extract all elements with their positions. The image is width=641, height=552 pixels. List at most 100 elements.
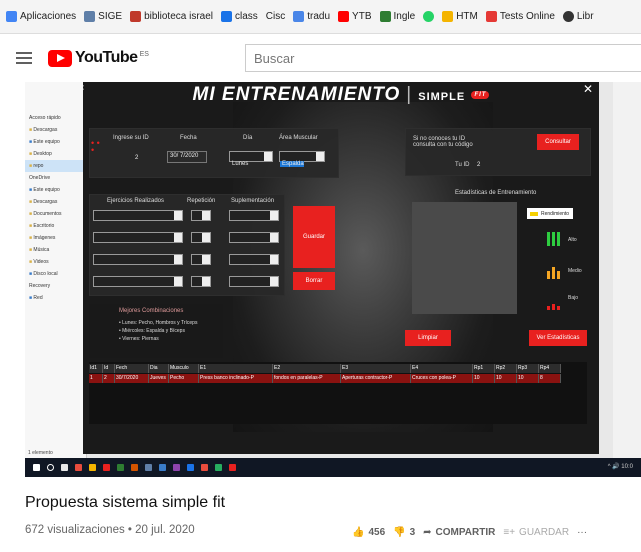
dia-select[interactable]: Lunes [229,151,273,167]
bookmark-biblioteca[interactable]: biblioteca israel [130,11,213,22]
sige-icon [84,11,96,22]
menu-icon[interactable] [16,49,32,67]
explorer-status: 1 elemento [28,450,53,456]
fecha-label: Fecha [180,135,197,141]
app-title: MI ENTRENAMIENTO | SIMPLE FIT [83,84,599,106]
exercise-select[interactable] [93,276,183,287]
explorer-item: Descargas [25,124,86,136]
bookmark-cisc[interactable]: Cisc [266,11,285,22]
taskbar-app-icon[interactable] [201,464,208,471]
windows-start-icon[interactable] [33,464,40,471]
table-cell: 10 [495,374,517,383]
explorer-item: OneDrive [29,175,51,181]
table-cell: Pecho [169,374,199,383]
combo-line: • Viernes: Piernas [119,336,159,342]
repetition-select[interactable] [191,232,211,243]
playlist-add-icon: ≡+ [503,527,516,538]
explorer-item: Imágenes [25,232,86,244]
table-header-cell: Rp2 [495,364,517,373]
github-icon [562,11,574,22]
level-medio: Medio [568,268,582,274]
repetition-select[interactable] [191,254,211,265]
explorer-item: Escritorio [25,220,86,232]
explorer-item: Música [25,244,86,256]
id-label: Ingrese su ID [113,135,149,141]
taskbar-app-icon[interactable] [61,464,68,471]
whatsapp-icon [423,11,435,22]
video-player[interactable]: Acceso rápido Descargas Este equipo Desk… [25,82,641,477]
table-row[interactable]: 1 2 30/7/2020 Jueves Pecho Press banco i… [89,374,561,383]
youtube-logo[interactable]: YouTube ES [48,49,149,67]
fecha-field[interactable]: 30/ 7/2020 [167,151,207,163]
table-cell: Cruces con polea-P [411,374,473,383]
search-input[interactable]: Buscar [245,44,641,72]
youtube-icon [338,11,350,22]
supplement-select[interactable] [229,210,279,221]
exercise-select[interactable] [93,254,183,265]
bookmark-libr[interactable]: Libr [562,11,594,22]
taskbar-app-icon[interactable] [131,464,138,471]
exercise-select[interactable] [93,210,183,221]
taskbar-app-icon[interactable] [89,464,96,471]
combo-line: • Lunes: Pecho, Hombros y Tríceps [119,320,198,326]
taskbar-app-icon[interactable] [103,464,110,471]
consultar-button[interactable]: Consultar [537,134,579,150]
table-cell: Press banco inclinado-P [199,374,273,383]
table-cell: Aperturas contractor-P [341,374,411,383]
taskbar-app-icon[interactable] [159,464,166,471]
table-cell: fondos en paralelas-P [273,374,341,383]
exercise-select[interactable] [93,232,183,243]
taskbar-app-icon[interactable] [215,464,222,471]
taskbar-app-icon[interactable] [75,464,82,471]
bookmark-aplicaciones[interactable]: Aplicaciones [6,11,76,22]
table-header-row: Id1 Id Fech Dia Musculo E1 E2 E3 E4 Rp1 … [89,364,561,373]
dislike-button[interactable]: 👎 3 [393,527,415,538]
like-button[interactable]: 👍 456 [352,527,385,538]
area-select[interactable]: Espalda [279,151,325,167]
table-cell: 2 [103,374,115,383]
search-icon[interactable] [47,464,54,471]
bookmark-ingle[interactable]: Ingle [379,11,415,22]
bookmark-htm[interactable]: HTM [442,11,478,22]
more-options-button[interactable]: ··· [577,527,587,538]
system-tray: ^ 🔊 10:0 [607,464,633,470]
table-cell: 1 [89,374,103,383]
suplementacion-label: Suplementación [231,198,275,204]
table-header-cell: Musculo [169,364,199,373]
limpiar-button[interactable]: Limpiar [405,330,451,346]
table-header-cell: E1 [199,364,273,373]
supplement-select[interactable] [229,276,279,287]
bookmark-whatsapp[interactable] [423,11,435,22]
bookmark-sige[interactable]: SIGE [84,11,122,22]
best-combinations-panel: Mejores Combinaciones • Lunes: Pecho, Ho… [89,304,223,358]
taskbar-app-icon[interactable] [173,464,180,471]
bookmarks-bar: Aplicaciones SIGE biblioteca israel clas… [0,0,641,34]
taskbar-app-icon[interactable] [187,464,194,471]
fit-badge: FIT [471,90,490,99]
repetition-select[interactable] [191,276,211,287]
bookmark-tests-online[interactable]: Tests Online [485,11,555,22]
ver-estadisticas-button[interactable]: Ver Estadísticas [529,330,587,346]
borrar-button[interactable]: Borrar [293,272,335,290]
app-window: ‹ ✕ MI ENTRENAMIENTO|SIMPLE FIT • •• Ing… [83,82,599,454]
table-cell: 10 [517,374,539,383]
table-cell: Jueves [149,374,169,383]
browser-window: Aplicaciones SIGE biblioteca israel clas… [0,0,641,552]
file-explorer-sidebar: Acceso rápido Descargas Este equipo Desk… [25,82,87,477]
bookmark-tradu[interactable]: tradu [293,11,330,22]
taskbar-app-icon[interactable] [117,464,124,471]
share-button[interactable]: ➦ COMPARTIR [423,527,495,538]
repetition-select[interactable] [191,210,211,221]
dia-label: Día [243,135,253,141]
table-header-cell: Id1 [89,364,103,373]
bookmark-ytb[interactable]: YTB [338,11,372,22]
save-button[interactable]: ≡+ GUARDAR [503,527,569,538]
bookmark-class[interactable]: class [221,11,258,22]
supplement-select[interactable] [229,254,279,265]
classroom-icon [221,11,232,22]
taskbar-app-icon[interactable] [229,464,236,471]
taskbar-app-icon[interactable] [145,464,152,471]
thumbs-up-icon: 👍 [352,527,365,538]
supplement-select[interactable] [229,232,279,243]
guardar-button[interactable]: Guardar [293,206,335,268]
